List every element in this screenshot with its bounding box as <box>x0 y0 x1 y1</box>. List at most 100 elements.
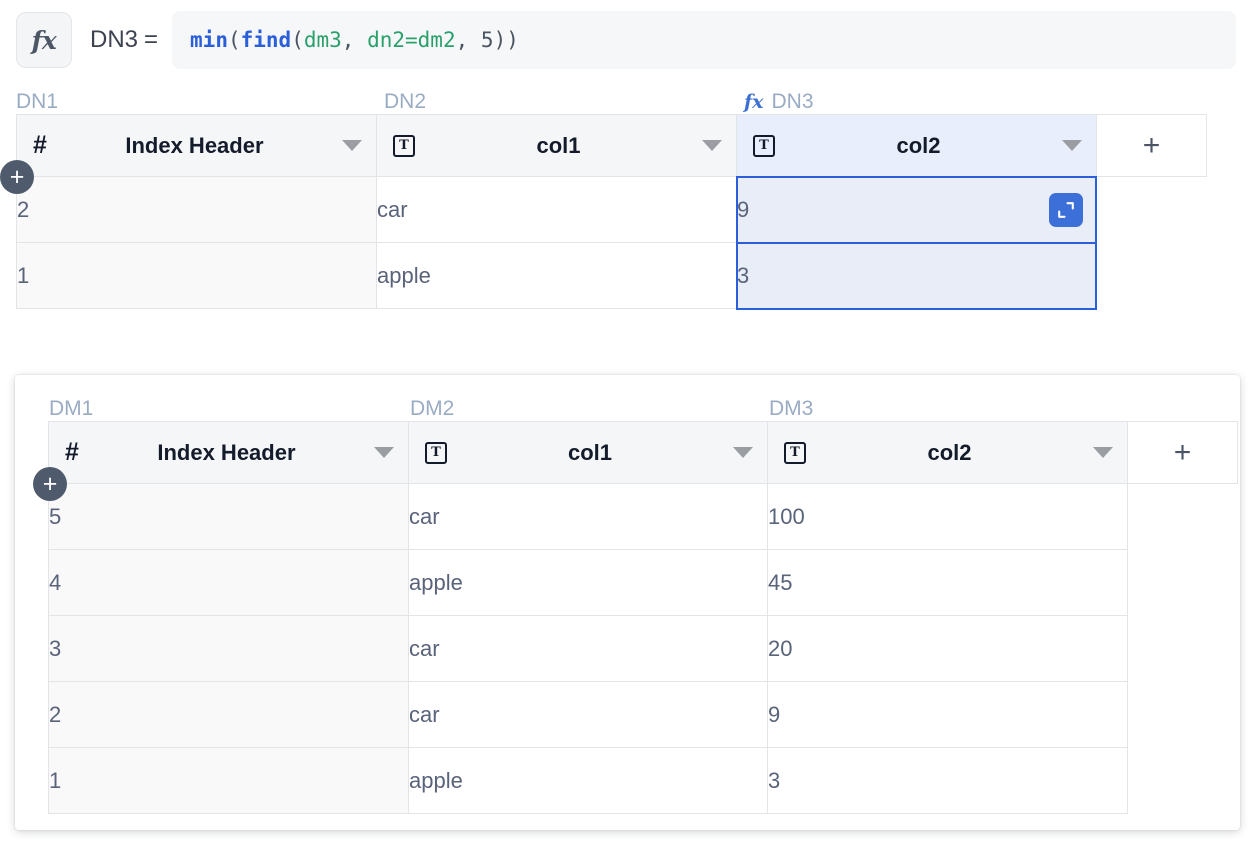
chevron-down-icon[interactable] <box>1062 140 1082 151</box>
top-grid-table: # Index Header T col1 T col2 + 2 car 9 1… <box>16 114 1207 309</box>
cell-col1[interactable]: car <box>376 176 737 243</box>
column-header-col1[interactable]: T col1 <box>376 114 737 177</box>
cell-col1[interactable]: car <box>408 681 768 748</box>
cell-col1[interactable]: car <box>408 615 768 682</box>
bottom-grid-column-refs: DM1 DM2 DM3 <box>33 389 1223 421</box>
fx-button[interactable]: fx <box>16 12 72 68</box>
column-header-col2[interactable]: T col2 <box>767 421 1128 484</box>
text-type-icon: T <box>753 134 775 157</box>
table-row: 3 car 20 <box>48 615 1238 682</box>
hash-icon: # <box>33 131 47 159</box>
formula-token-paren-close: )) <box>493 28 519 52</box>
cell-col2[interactable]: 20 <box>767 615 1128 682</box>
table-row: 1 apple 3 <box>48 747 1238 814</box>
cell-col2[interactable]: 9 <box>736 176 1097 243</box>
column-ref-dm1: DM1 <box>49 397 94 420</box>
cell-col1[interactable]: apple <box>376 242 737 309</box>
chevron-down-icon[interactable] <box>374 447 394 458</box>
column-header-index[interactable]: # Index Header <box>16 114 377 177</box>
column-header-col1[interactable]: T col1 <box>408 421 768 484</box>
row-filler <box>1127 615 1238 682</box>
formula-token-find: find <box>240 28 292 52</box>
chevron-down-icon[interactable] <box>342 140 362 151</box>
formula-token-paren-open-2: ( <box>291 28 304 52</box>
plus-icon: + <box>42 469 58 498</box>
cell-index[interactable]: 5 <box>48 483 409 550</box>
add-column-button[interactable]: + <box>1096 114 1207 177</box>
table-row: 2 car 9 <box>48 681 1238 748</box>
cell-col1[interactable]: car <box>408 483 768 550</box>
top-grid-block: DN1 DN2 fx DN3 # Index Header T col1 T c… <box>0 82 1207 310</box>
formula-bar: fx DN3 = min(find(dm3, dn2=dm2, 5)) <box>0 0 1260 80</box>
column-ref-dm3: DM3 <box>769 397 814 420</box>
row-filler <box>1127 747 1238 814</box>
column-header-label: col2 <box>927 439 972 465</box>
row-filler <box>1096 176 1207 243</box>
column-header-label: Index Header <box>125 132 264 158</box>
formula-token-dm3: dm3 <box>303 28 342 52</box>
add-row-button[interactable]: + <box>0 160 34 194</box>
formula-token-dn2-eq-dm2: dn2=dm2 <box>367 28 456 52</box>
formula-equals-sign: = <box>144 26 159 53</box>
cell-index[interactable]: 1 <box>16 242 377 309</box>
add-column-button[interactable]: + <box>1127 421 1238 484</box>
text-type-icon: T <box>784 441 806 464</box>
formula-token-paren-open-1: ( <box>227 28 241 52</box>
column-ref-dn1: DN1 <box>16 90 59 113</box>
column-ref-dm2: DM2 <box>410 397 455 420</box>
cell-col2[interactable]: 3 <box>736 242 1097 309</box>
bottom-grid-table: # Index Header T col1 T col2 + 5 car 100… <box>48 421 1238 814</box>
bottom-grid-card: DM1 DM2 DM3 # Index Header T col1 T col2… <box>15 375 1240 830</box>
expand-cell-icon <box>1058 202 1074 218</box>
cell-index[interactable]: 1 <box>48 747 409 814</box>
cell-col1[interactable]: apple <box>408 747 768 814</box>
formula-target-name: DN3 <box>90 26 139 53</box>
chevron-down-icon[interactable] <box>733 447 753 458</box>
cell-index[interactable]: 2 <box>16 176 377 243</box>
column-header-label: col1 <box>567 439 613 465</box>
formula-token-comma-2: , <box>455 28 481 52</box>
add-row-button[interactable]: + <box>33 467 67 501</box>
cell-col2[interactable]: 9 <box>767 681 1128 748</box>
table-row: 5 car 100 <box>48 483 1238 550</box>
chevron-down-icon[interactable] <box>1093 447 1113 458</box>
cell-col2[interactable]: 45 <box>767 549 1128 616</box>
row-filler <box>1127 483 1238 550</box>
column-header-index[interactable]: # Index Header <box>48 421 409 484</box>
formula-input[interactable]: min(find(dm3, dn2=dm2, 5)) <box>172 11 1236 69</box>
column-header-label: col1 <box>536 132 581 158</box>
table-row: 4 apple 45 <box>48 549 1238 616</box>
cell-col2[interactable]: 3 <box>767 747 1128 814</box>
cell-col2[interactable]: 100 <box>767 483 1128 550</box>
cell-index[interactable]: 2 <box>48 681 409 748</box>
cell-index[interactable]: 3 <box>48 615 409 682</box>
row-filler <box>1096 242 1207 309</box>
row-filler <box>1127 549 1238 616</box>
row-filler <box>1127 681 1238 748</box>
column-ref-dn2: DN2 <box>384 90 427 113</box>
column-ref-dn3-label: DN3 <box>771 90 814 113</box>
plus-icon: + <box>1142 128 1161 162</box>
cell-index[interactable]: 4 <box>48 549 409 616</box>
cell-col1[interactable]: apple <box>408 549 768 616</box>
column-header-col2[interactable]: T col2 <box>736 114 1097 177</box>
plus-icon: + <box>1173 435 1192 469</box>
column-header-label: col2 <box>896 132 941 158</box>
column-ref-dn3: fx DN3 <box>744 90 814 114</box>
chevron-down-icon[interactable] <box>702 140 722 151</box>
formula-token-comma-1: , <box>341 28 368 52</box>
formula-token-min: min <box>190 28 228 52</box>
top-grid-column-refs: DN1 DN2 fx DN3 <box>16 82 1206 114</box>
table-row: 2 car 9 <box>16 176 1207 243</box>
expand-cell-button[interactable] <box>1049 193 1083 227</box>
text-type-icon: T <box>393 134 415 157</box>
plus-icon: + <box>9 162 25 191</box>
text-type-icon: T <box>425 441 447 464</box>
table-row: 1 apple 3 <box>16 242 1207 309</box>
formula-token-number-5: 5 <box>480 28 494 52</box>
table-header-row: # Index Header T col1 T col2 + <box>48 421 1238 484</box>
table-header-row: # Index Header T col1 T col2 + <box>16 114 1207 177</box>
bottom-grid-block: DM1 DM2 DM3 # Index Header T col1 T col2… <box>33 389 1238 814</box>
column-header-label: Index Header <box>157 439 296 465</box>
fx-icon: fx <box>744 91 764 113</box>
